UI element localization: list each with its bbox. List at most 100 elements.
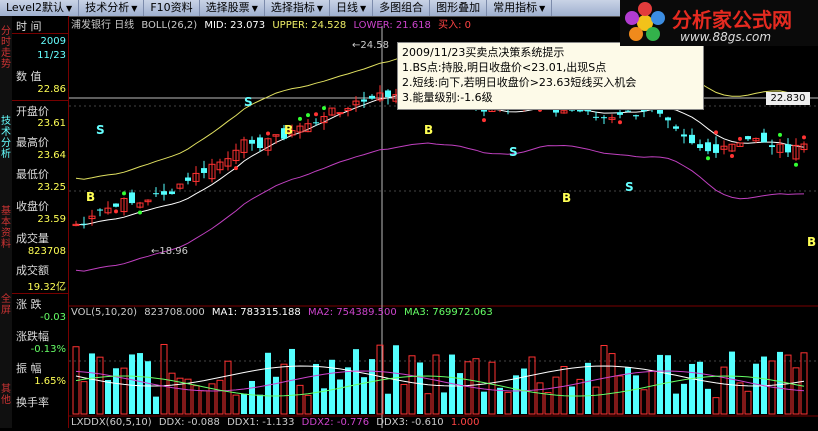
volume-bar-down (441, 392, 447, 414)
lower-value: LOWER: 21.618 (353, 20, 431, 31)
vol-name: VOL(5,10,20) (71, 307, 138, 318)
volume-bar-down (633, 375, 639, 414)
volume-bar-up (616, 375, 624, 415)
volume-bar-up (576, 378, 584, 415)
toolbar-tech-label: 技术分析 (85, 1, 130, 14)
ddx-value: DDX: -0.088 (158, 417, 220, 428)
chevron-down-icon: ▼ (316, 4, 323, 13)
volume-bar-down (105, 380, 111, 414)
tooltip-line2: 2.短线:向下,若明日收盘价>23.63短线买入机会 (402, 76, 637, 89)
vol-ma3: MA3: 769972.063 (403, 307, 493, 318)
change-value: -0.03 (40, 312, 66, 323)
open-label: 开盘价 (16, 105, 49, 118)
volume-bar-down (289, 348, 295, 414)
candle-down (113, 203, 119, 207)
volume-bar-down (385, 393, 391, 414)
toolbar-multi-chart[interactable]: 多图组合 (373, 0, 431, 16)
tooltip-line1: 1.BS点:持股,明日收盘价<23.01,出现S点 (402, 61, 607, 74)
toolbar-select-stock[interactable]: 选择股票 ▼ (200, 0, 265, 16)
ddx-extra: 1.000 (450, 417, 480, 428)
vtab-other[interactable]: 其他 (0, 384, 12, 408)
volume-bar-down (481, 391, 487, 414)
volume-bar-down (673, 393, 679, 414)
current-price-tag: 22.830 (766, 92, 810, 105)
volume-bar-up (424, 393, 432, 415)
volume-bar-down (753, 363, 759, 414)
vtab-fullscreen[interactable]: 全屏 (0, 294, 12, 318)
bs-decision-tooltip: 2009/11/23买卖点决策系统提示 1.BS点:持股,明日收盘价<23.01… (397, 42, 704, 110)
vol-ma1: MA1: 783315.188 (211, 307, 301, 318)
period-label: 日线 (114, 20, 135, 31)
volume-bar-up (120, 367, 128, 415)
tooltip-title: 2009/11/23买卖点决策系统提示 (402, 46, 565, 59)
candle-down (665, 117, 671, 121)
volume-bar-up (720, 366, 728, 415)
candle-down (689, 134, 695, 144)
sell-signal: S (509, 145, 518, 159)
signal-dot (730, 154, 734, 159)
candle-down (633, 115, 639, 117)
candle-down (185, 177, 191, 181)
year-value: 2009 (40, 36, 66, 47)
vtab-tech-analysis[interactable]: 技术分析 (0, 116, 12, 166)
candle-down (361, 99, 367, 102)
close-value: 23.59 (37, 214, 66, 225)
volume-bar-up (504, 391, 512, 415)
toolbar-level2[interactable]: Level2默认 ▼ (0, 0, 80, 16)
ddx-name: LXDDX(60,5,10) (71, 417, 152, 428)
volume-bar-down (113, 368, 119, 414)
signal-dot (738, 136, 742, 141)
toolbar-select-indicator[interactable]: 选择指标 ▼ (265, 0, 330, 16)
change-pct-label: 涨跌幅 (16, 330, 49, 343)
chevron-down-icon: ▼ (539, 4, 546, 13)
candle-down (769, 145, 775, 148)
vol-ma2: MA2: 754389.500 (307, 307, 397, 318)
date-value: 11/23 (37, 50, 66, 61)
volume-bar-up (96, 356, 104, 415)
buy-signal: B (562, 191, 571, 205)
toolbar-select-indicator-label: 选择指标 (270, 1, 315, 14)
volume-bar-down (241, 393, 247, 414)
divider (12, 33, 68, 34)
volume-bar-up (608, 353, 616, 415)
candle-down (385, 90, 391, 98)
volume-bar-down (89, 353, 95, 414)
volume-bar-down (257, 394, 263, 414)
volume-bar-up (640, 389, 648, 415)
toolbar-overlay[interactable]: 图形叠加 (430, 0, 488, 16)
vtab-basic-info[interactable]: 基本资料 (0, 206, 12, 256)
toolbar-period-label: 日线 (336, 1, 358, 14)
volume-bar-down (417, 362, 423, 414)
volume-bar-down (345, 367, 351, 414)
high-mark-value: 24.58 (360, 40, 390, 51)
candle-down (153, 193, 159, 195)
toolbar-tech-analysis[interactable]: 技术分析 ▼ (79, 0, 145, 16)
signal-dot (618, 120, 622, 125)
vtab-timeshare[interactable]: 分时走势 (0, 26, 12, 82)
signal-dot (298, 116, 302, 121)
candle-down (161, 191, 167, 195)
volume-bar-up (528, 356, 536, 415)
toolbar-period[interactable]: 日线 ▼ (330, 0, 374, 16)
candle-down (697, 144, 703, 149)
volume-bar-down (321, 388, 327, 414)
volume-bar-down (153, 396, 159, 414)
turnover-label: 换手率 (16, 396, 49, 409)
low-mark-value: 18.96 (159, 246, 189, 257)
volume-bar-up (232, 394, 240, 415)
change-label: 涨 跌 (16, 298, 42, 311)
stock-name: 浦发银行 (71, 20, 111, 31)
signal-dot (314, 112, 318, 117)
volume-bar-up (464, 361, 472, 415)
volume-bar-up (168, 372, 176, 415)
toolbar-f10[interactable]: F10资料 (144, 0, 200, 16)
low-value: 23.25 (37, 182, 66, 193)
candle-down (761, 132, 767, 143)
volume-bar-down (353, 349, 359, 414)
volume-bar-up (216, 379, 224, 415)
toolbar-common-indicators[interactable]: 常用指标 ▼ (487, 0, 553, 16)
volume-bar-up (224, 360, 232, 415)
volume-bar-up (792, 367, 800, 415)
chevron-down-icon: ▼ (131, 4, 138, 13)
signal-dot (322, 106, 326, 111)
